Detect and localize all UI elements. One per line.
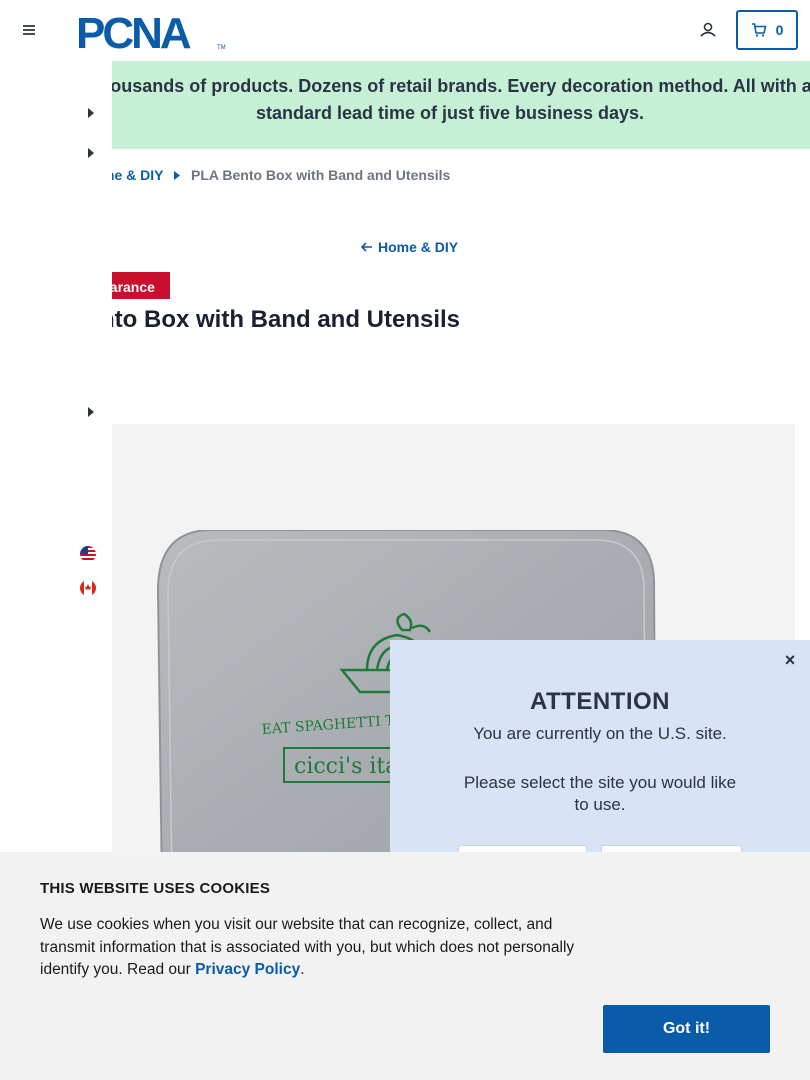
close-icon[interactable]: ×: [780, 650, 800, 670]
cookie-body-text: We use cookies when you visit our websit…: [40, 916, 575, 978]
accept-cookies-button[interactable]: Got it!: [603, 1005, 770, 1053]
cart-button[interactable]: 0: [736, 10, 798, 50]
modal-current-site-text: You are currently on the U.S. site.: [473, 724, 727, 743]
banner-text: Thousands of products. Dozens of retail …: [88, 76, 810, 123]
modal-title: ATTENTION: [529, 688, 671, 715]
pcna-logo[interactable]: PCNA TM: [76, 10, 226, 52]
cart-count: 0: [775, 22, 784, 38]
cookie-period: .: [300, 961, 305, 978]
modal-instruction-text: Please select the site you would like to…: [463, 773, 737, 814]
cookie-banner: THIS WEBSITE USES COOKIES We use cookies…: [0, 852, 810, 1080]
cart-icon: [751, 23, 767, 37]
us-flag-icon[interactable]: [80, 546, 96, 562]
breadcrumb-separator-icon: [174, 171, 180, 180]
cookie-title: THIS WEBSITE USES COOKIES: [40, 880, 271, 897]
back-link[interactable]: Home & DIY: [361, 239, 458, 255]
privacy-policy-link[interactable]: Privacy Policy: [195, 961, 300, 978]
site-header: PCNA TM 0: [0, 0, 810, 61]
page: Thousands of products. Dozens of retail …: [0, 0, 810, 1080]
menu-icon[interactable]: [18, 19, 40, 41]
chevron-right-icon[interactable]: [87, 148, 95, 158]
svg-text:TM: TM: [217, 45, 226, 51]
canada-flag-icon[interactable]: [80, 580, 96, 596]
account-icon[interactable]: [697, 19, 719, 41]
announcement-banner: Thousands of products. Dozens of retail …: [0, 61, 810, 149]
back-link-label: Home & DIY: [378, 239, 459, 255]
cookie-text: We use cookies when you visit our websit…: [40, 914, 610, 982]
breadcrumb-current: PLA Bento Box with Band and Utensils: [191, 167, 451, 183]
svg-text:PCNA: PCNA: [76, 10, 191, 52]
product-title: nto Box with Band and Utensils: [100, 306, 461, 333]
chevron-right-icon[interactable]: [87, 407, 95, 417]
chevron-right-icon[interactable]: [87, 108, 95, 118]
image-text-brand: cicci's ita: [294, 754, 398, 779]
arrow-left-icon: [361, 242, 372, 252]
